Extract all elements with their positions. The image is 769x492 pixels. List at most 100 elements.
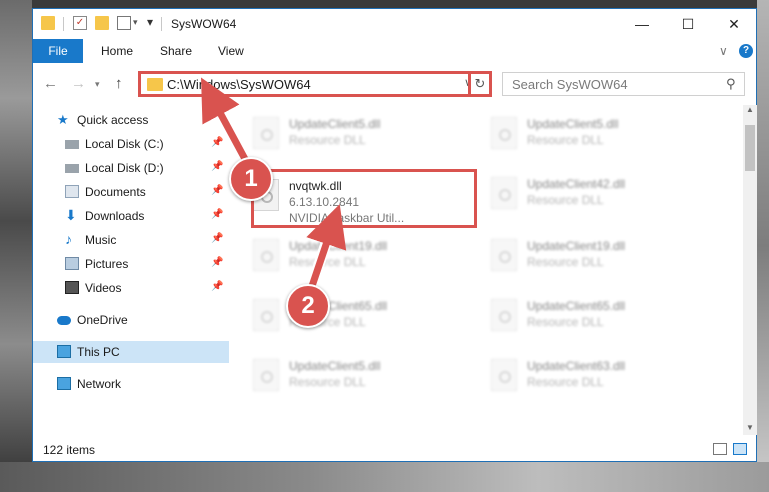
cloud-icon (57, 316, 71, 325)
sidebar-item-network[interactable]: Network (33, 373, 229, 395)
address-bar[interactable]: C:\Windows\SysWOW64 ∨ (138, 71, 492, 97)
tab-home[interactable]: Home (101, 39, 133, 63)
sidebar-item-music[interactable]: ♪ Music 📌 (33, 229, 229, 251)
list-item[interactable]: UpdateClient5.dll Resource DLL (243, 109, 463, 159)
file-description: Resource DLL (527, 315, 604, 329)
minimize-button[interactable]: — (619, 9, 665, 39)
up-arrow-icon[interactable]: ↑ (115, 75, 123, 92)
properties-icon[interactable]: ✓ (73, 16, 87, 30)
scrollbar-thumb[interactable] (745, 125, 755, 171)
dll-file-icon (253, 239, 279, 271)
sidebar-item-label: Documents (85, 185, 146, 199)
sidebar-item-this-pc[interactable]: This PC (33, 341, 229, 363)
pin-icon[interactable]: 📌 (211, 233, 223, 244)
dll-file-icon (491, 299, 517, 331)
pin-icon[interactable]: 📌 (211, 257, 223, 268)
pin-icon[interactable]: 📌 (211, 161, 223, 172)
step-badge-2: 2 (286, 284, 330, 328)
sidebar-item-label: Music (85, 233, 117, 247)
item-count: 122 items (43, 443, 96, 457)
list-item[interactable]: UpdateClient65.dll Resource DLL (481, 291, 701, 341)
maximize-button[interactable]: ☐ (665, 9, 711, 39)
file-name: UpdateClient19.dll (527, 239, 626, 253)
sidebar-item-label: Videos (85, 281, 122, 295)
navigation-bar: ← → ▾ ↑ C:\Windows\SysWOW64 ∨ ↻ Search S… (33, 71, 756, 99)
pin-icon[interactable]: 📌 (211, 137, 223, 148)
file-name: UpdateClient63.dll (527, 359, 626, 373)
pin-icon[interactable]: 📌 (211, 185, 223, 196)
list-item[interactable]: UpdateClient5.dll Resource DLL (481, 109, 701, 159)
file-name: UpdateClient65.dll (527, 299, 626, 313)
close-button[interactable]: ✕ (711, 9, 757, 39)
dll-file-icon (253, 359, 279, 391)
pin-icon[interactable]: 📌 (211, 281, 223, 292)
dll-file-icon (491, 239, 517, 271)
sidebar-item-label: Pictures (85, 257, 129, 271)
sidebar-item-quick-access[interactable]: ★ Quick access (33, 109, 229, 131)
sidebar-item-label: OneDrive (77, 313, 128, 327)
sidebar-item-label: Local Disk (C:) (85, 137, 164, 151)
list-item[interactable]: UpdateClient42.dll Resource DLL (481, 169, 701, 219)
sidebar-item-downloads[interactable]: ⬇ Downloads 📌 (33, 205, 229, 227)
sidebar-item-label: Quick access (77, 113, 149, 127)
expand-ribbon-icon[interactable]: ∨ (719, 44, 728, 58)
large-icons-view-icon[interactable] (733, 443, 747, 455)
sidebar-item-videos[interactable]: Videos 📌 (33, 277, 229, 299)
sidebar-item-onedrive[interactable]: OneDrive (33, 309, 229, 331)
details-view-icon[interactable] (713, 443, 727, 455)
divider (161, 17, 162, 31)
search-icon[interactable]: ⚲ (726, 76, 736, 92)
scroll-down-icon[interactable]: ▼ (746, 423, 754, 432)
drive-icon (65, 140, 79, 149)
view-menu-icon[interactable] (117, 16, 131, 30)
window-title: SysWOW64 (171, 17, 237, 31)
list-item[interactable]: UpdateClient63.dll Resource DLL (481, 351, 701, 401)
file-description: Resource DLL (527, 193, 604, 207)
recent-locations-icon[interactable]: ▾ (95, 79, 100, 90)
customize-toolbar-icon[interactable]: ▾ (147, 15, 153, 29)
sidebar-item-local-disk-d[interactable]: Local Disk (D:) 📌 (33, 157, 229, 179)
file-description: Resource DLL (527, 375, 604, 389)
file-description: Resource DLL (527, 133, 604, 147)
forward-arrow-icon[interactable]: → (71, 75, 86, 92)
chevron-down-icon[interactable]: ▾ (133, 17, 138, 28)
sidebar-item-local-disk-c[interactable]: Local Disk (C:) 📌 (33, 133, 229, 155)
help-icon[interactable]: ? (739, 44, 753, 58)
file-name: UpdateClient5.dll (527, 117, 619, 131)
computer-icon (57, 345, 71, 358)
document-icon (65, 185, 79, 198)
divider (63, 17, 64, 31)
tab-file[interactable]: File (33, 39, 83, 63)
sidebar-item-documents[interactable]: Documents 📌 (33, 181, 229, 203)
star-icon: ★ (57, 112, 69, 127)
file-list: UpdateClient5.dll Resource DLL nvqtwk.dl… (243, 105, 743, 435)
sidebar-item-pictures[interactable]: Pictures 📌 (33, 253, 229, 275)
file-name: UpdateClient19.dll (289, 239, 388, 253)
address-path[interactable]: C:\Windows\SysWOW64 (167, 77, 311, 92)
pin-icon[interactable]: 📌 (211, 209, 223, 220)
pictures-icon (65, 257, 79, 270)
ribbon-tabs: File Home Share View ∨ ? (33, 39, 756, 63)
search-input[interactable]: Search SysWOW64 (512, 77, 628, 92)
folder-icon (41, 16, 55, 30)
tab-share[interactable]: Share (160, 39, 192, 63)
list-item[interactable]: UpdateClient19.dll Resource DLL (481, 231, 701, 281)
list-item[interactable]: UpdateClient5.dll Resource DLL (243, 351, 463, 401)
new-folder-icon[interactable] (95, 16, 109, 30)
file-name: UpdateClient5.dll (289, 359, 381, 373)
search-box[interactable]: Search SysWOW64 ⚲ (502, 72, 745, 96)
file-description: Resource DLL (289, 133, 366, 147)
vertical-scrollbar[interactable]: ▲ ▼ (743, 105, 757, 435)
list-item[interactable]: UpdateClient65.dll Resource DLL (243, 291, 463, 341)
network-icon (57, 377, 71, 390)
list-item[interactable]: UpdateClient19.dll Resource DLL (243, 231, 463, 281)
tab-view[interactable]: View (218, 39, 244, 63)
music-icon: ♪ (65, 231, 72, 247)
scroll-up-icon[interactable]: ▲ (746, 105, 754, 114)
refresh-button[interactable]: ↻ (468, 71, 492, 97)
step-badge-1: 1 (229, 157, 273, 201)
file-description: Resource DLL (289, 255, 366, 269)
title-bar: ✓ ▾ ▾ SysWOW64 — ☐ ✕ (33, 9, 756, 39)
back-arrow-icon[interactable]: ← (43, 75, 58, 92)
file-name: UpdateClient42.dll (527, 177, 626, 191)
